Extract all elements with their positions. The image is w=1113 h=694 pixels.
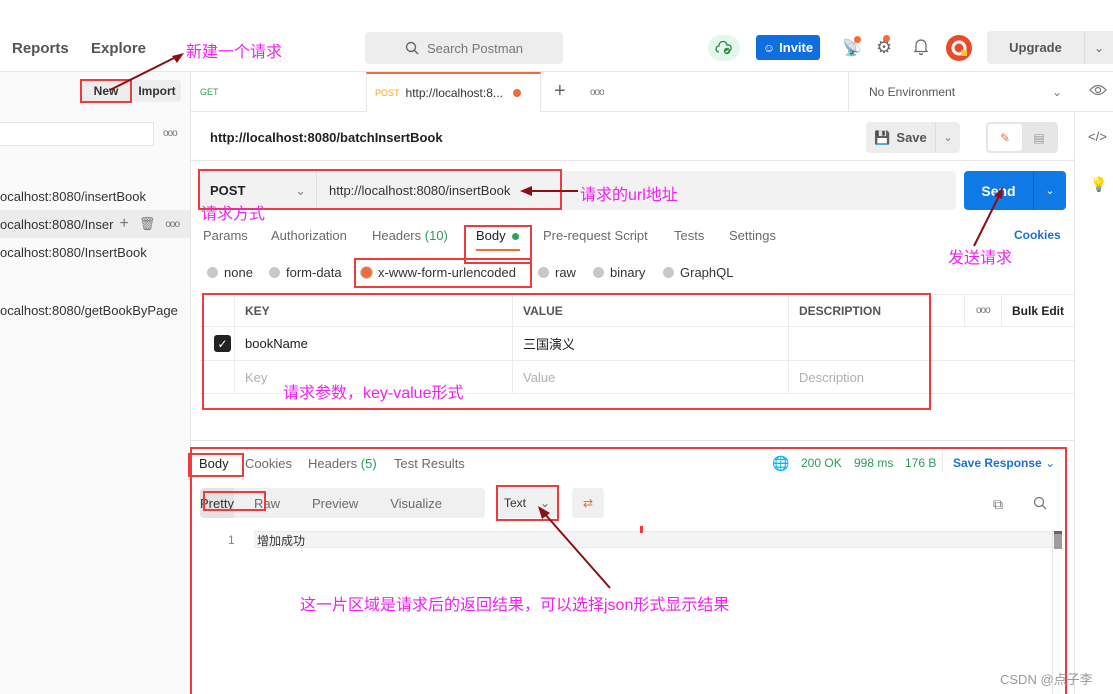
radio-label: none <box>224 265 253 280</box>
tab-post[interactable]: POST http://localhost:8... <box>366 72 541 112</box>
radio-icon <box>207 267 218 278</box>
tab-authorization[interactable]: Authorization <box>271 228 347 243</box>
pencil-icon[interactable]: ✎ <box>988 124 1022 151</box>
annotation-send: 发送请求 <box>948 250 1013 267</box>
body-type-graphql[interactable]: GraphQL <box>663 265 733 280</box>
body-type-raw[interactable]: raw <box>538 265 576 280</box>
bulk-edit-button[interactable]: Bulk Edit <box>1001 295 1074 326</box>
chevron-down-icon[interactable]: ⌄ <box>1085 31 1113 64</box>
environment-select[interactable]: No Environment ⌄ <box>848 72 1074 112</box>
user-plus-icon: ☺ <box>762 40 776 55</box>
tab-method: GET <box>200 87 219 97</box>
comment-icon[interactable]: ▤ <box>1022 124 1056 151</box>
search-icon <box>405 41 419 55</box>
body-type-none[interactable]: none <box>207 265 253 280</box>
annotation-box-urlencoded <box>354 258 532 288</box>
annotation-url-address: 请求的url地址 <box>580 187 678 204</box>
body-type-binary[interactable]: binary <box>593 265 645 280</box>
search-placeholder: Search Postman <box>426 40 524 56</box>
sidebar-item[interactable]: ocalhost:8080/Inser + 🗑 ooo <box>0 210 190 238</box>
annotation-mark <box>640 526 643 533</box>
divider <box>191 160 1074 161</box>
right-rail <box>1074 112 1113 694</box>
radio-icon <box>269 267 280 278</box>
radio-label: raw <box>555 265 576 280</box>
annotation-arrow <box>538 506 611 589</box>
bell-icon[interactable] <box>913 37 929 58</box>
radio-icon <box>593 267 604 278</box>
annotation-arrow <box>109 53 184 91</box>
unsaved-dot-icon <box>512 89 521 97</box>
upgrade-button[interactable]: Upgrade ⌄ <box>987 31 1113 64</box>
save-label: Save <box>896 130 927 145</box>
add-icon[interactable]: + <box>119 215 128 233</box>
code-icon[interactable]: </> <box>1088 129 1107 144</box>
response-divider[interactable] <box>191 440 1074 441</box>
annotation-result: 这一片区域是请求后的返回结果，可以选择json形式显示结果 <box>300 597 730 614</box>
tab-params[interactable]: Params <box>203 228 248 243</box>
sidebar-item-label: ocalhost:8080/InsertBook <box>0 244 147 260</box>
sidebar <box>0 72 191 694</box>
trash-icon[interactable]: 🗑 <box>139 216 156 232</box>
headers-count: (10) <box>424 228 448 243</box>
annotation-params: 请求参数，key-value形式 <box>283 385 464 402</box>
body-type-form-data[interactable]: form-data <box>269 265 342 280</box>
chevron-down-icon[interactable]: ⌄ <box>1034 171 1066 210</box>
save-button[interactable]: 💾 Save ⌄ <box>866 122 960 153</box>
upgrade-label: Upgrade <box>987 31 1085 64</box>
tab-method: POST <box>375 88 400 98</box>
chevron-down-icon: ⌄ <box>1051 85 1062 99</box>
tab-pre-request-script[interactable]: Pre-request Script <box>543 228 648 243</box>
avatar[interactable] <box>946 35 972 61</box>
tab-tests[interactable]: Tests <box>674 228 704 243</box>
request-title: http://localhost:8080/batchInsertBook <box>210 130 443 145</box>
annotation-arrow <box>973 187 1003 247</box>
more-icon[interactable]: ooo <box>165 219 180 230</box>
sidebar-item-label: ocalhost:8080/Inser <box>0 216 114 232</box>
tab-settings[interactable]: Settings <box>729 228 776 243</box>
nav-reports[interactable]: Reports <box>12 40 69 57</box>
save-icon: 💾 <box>874 129 891 145</box>
lightbulb-icon[interactable]: 💡 <box>1090 176 1107 193</box>
annotation-box-response <box>190 447 1067 694</box>
tab-headers[interactable]: Headers (10) <box>372 228 448 243</box>
mode-toggle[interactable]: ✎ ▤ <box>986 122 1058 153</box>
eye-icon[interactable] <box>1089 84 1107 99</box>
sidebar-item-label: ocalhost:8080/insertBook <box>0 188 146 204</box>
tab-label: http://localhost:8... <box>405 86 503 100</box>
annotation-new-request: 新建一个请求 <box>186 44 283 61</box>
invite-button[interactable]: ☺ Invite <box>756 35 820 60</box>
sidebar-item[interactable]: ocalhost:8080/insertBook <box>0 182 190 210</box>
annotation-box-response-body <box>188 453 244 477</box>
cloud-sync-icon[interactable] <box>708 35 740 61</box>
radio-label: form-data <box>286 265 342 280</box>
search-input[interactable]: Search Postman <box>365 32 563 64</box>
chevron-down-icon[interactable]: ⌄ <box>936 122 960 153</box>
annotation-arrow <box>520 186 578 196</box>
radio-icon <box>538 267 549 278</box>
radio-label: binary <box>610 265 646 280</box>
more-icon[interactable]: ooo <box>163 128 178 139</box>
gear-icon[interactable]: ⚙ <box>876 35 892 58</box>
radio-label: GraphQL <box>680 265 734 280</box>
sidebar-item[interactable]: ocalhost:8080/InsertBook <box>0 238 190 266</box>
sidebar-item-label: ocalhost:8080/getBookByPage <box>0 302 178 318</box>
more-icon[interactable]: ooo <box>964 295 1001 326</box>
invite-label: Invite <box>779 40 814 55</box>
sidebar-item[interactable]: ocalhost:8080/getBookByPage <box>0 296 190 324</box>
environment-label: No Environment <box>869 85 956 99</box>
tab-label: Headers <box>372 228 422 243</box>
add-tab-icon[interactable]: + <box>554 80 566 103</box>
annotation-box-pretty <box>203 491 266 511</box>
tab-get[interactable]: GET <box>191 72 366 112</box>
sidebar-filter-input[interactable] <box>0 122 154 146</box>
more-tabs-icon[interactable]: ooo <box>590 87 605 98</box>
satellite-icon[interactable]: 📡 <box>842 36 862 58</box>
annotation-method: 请求方式 <box>201 206 266 223</box>
cookies-link[interactable]: Cookies <box>1014 228 1061 242</box>
watermark: CSDN @点子李 <box>1000 672 1093 687</box>
radio-icon <box>663 267 674 278</box>
